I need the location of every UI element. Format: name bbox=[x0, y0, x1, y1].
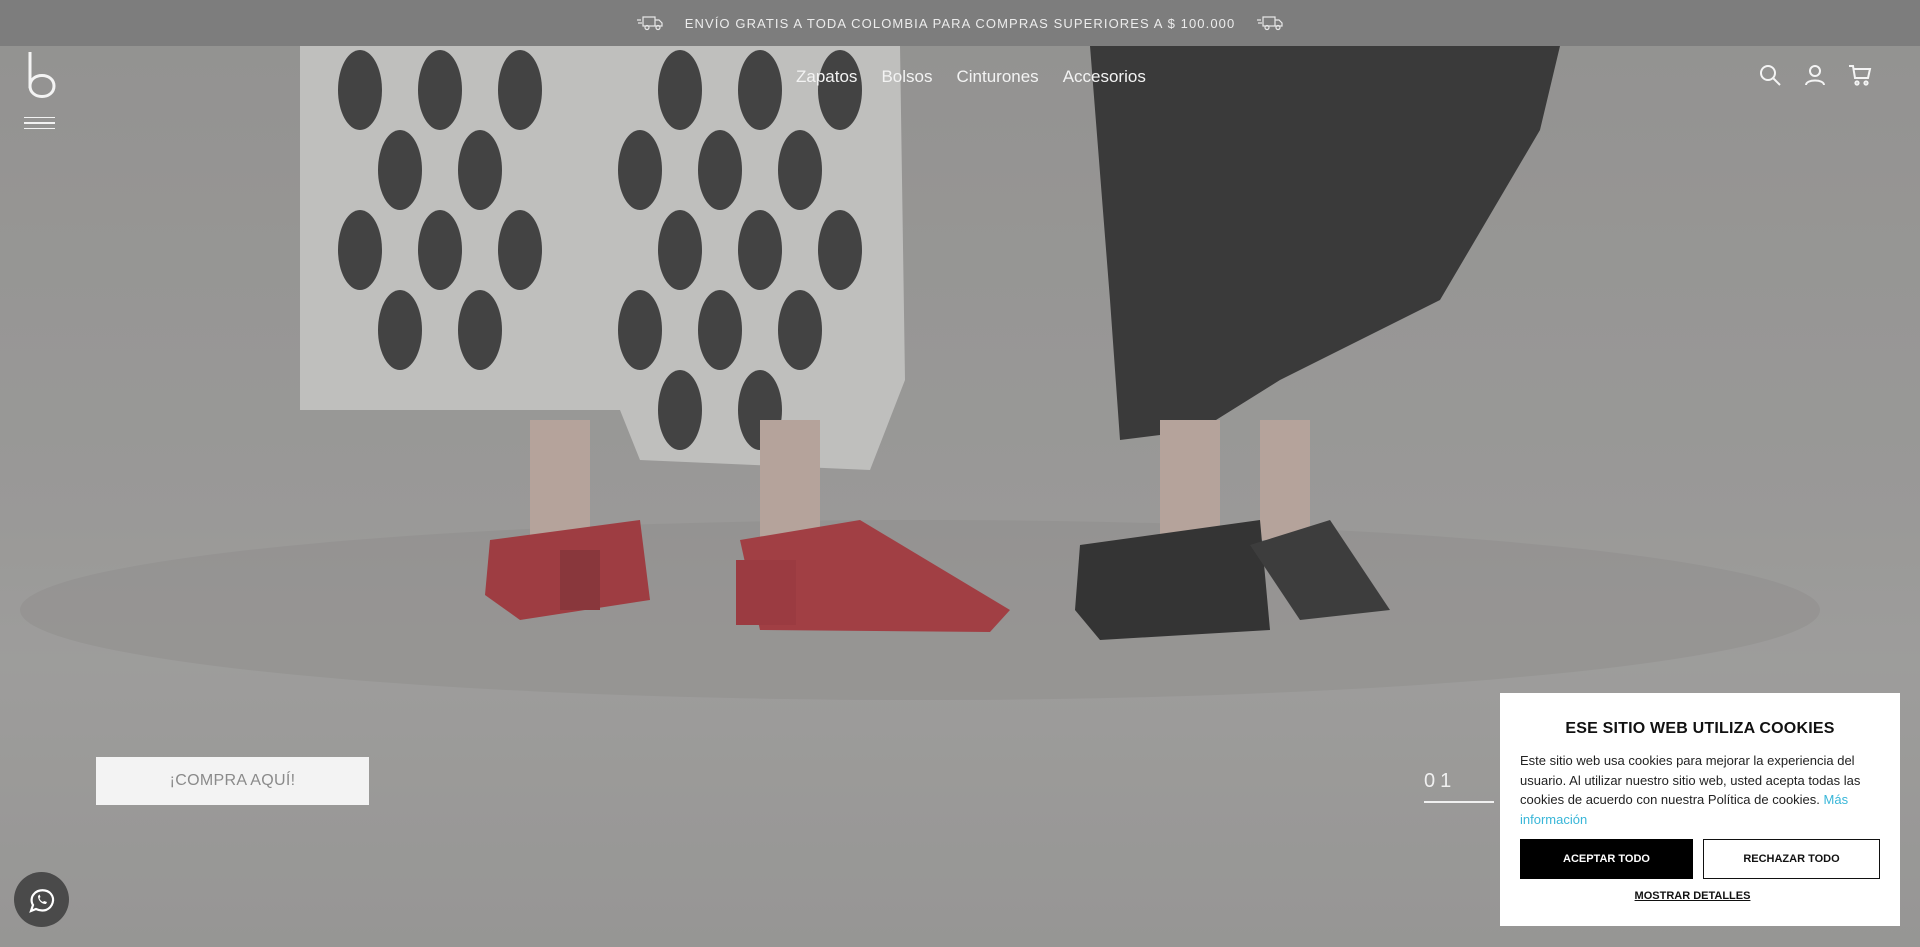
truck-icon bbox=[1257, 15, 1283, 31]
nav-zapatos[interactable]: Zapatos bbox=[796, 67, 857, 87]
announcement-text: ENVÍO GRATIS A TODA COLOMBIA PARA COMPRA… bbox=[684, 15, 1236, 31]
nav-bolsos[interactable]: Bolsos bbox=[881, 67, 932, 87]
slide-indicator-active[interactable]: 01 bbox=[1424, 770, 1494, 803]
header-actions bbox=[1758, 63, 1872, 87]
announcement-bar: ENVÍO GRATIS A TODA COLOMBIA PARA COMPRA… bbox=[0, 0, 1920, 46]
cookie-title: ESE SITIO WEB UTILIZA COOKIES bbox=[1565, 720, 1835, 737]
user-icon[interactable] bbox=[1803, 63, 1827, 87]
shop-now-button[interactable]: ¡COMPRA AQUÍ! bbox=[96, 757, 369, 805]
truck-icon bbox=[636, 15, 663, 31]
show-details-link[interactable]: MOSTRAR DETALLES bbox=[1500, 890, 1885, 902]
cookie-body: Este sitio web usa cookies para mejorar … bbox=[1520, 753, 1861, 807]
whatsapp-button[interactable] bbox=[14, 872, 69, 927]
main-nav: Zapatos Bolsos Cinturones Accesorios bbox=[796, 67, 1146, 87]
brand-logo[interactable] bbox=[24, 50, 56, 102]
menu-icon[interactable] bbox=[24, 117, 55, 131]
nav-cinturones[interactable]: Cinturones bbox=[956, 67, 1038, 87]
nav-accesorios[interactable]: Accesorios bbox=[1063, 67, 1146, 87]
accept-all-button[interactable]: ACEPTAR TODO bbox=[1520, 839, 1693, 879]
cart-icon[interactable] bbox=[1848, 63, 1872, 87]
cookie-text: Este sitio web usa cookies para mejorar … bbox=[1520, 751, 1880, 829]
whatsapp-icon bbox=[28, 888, 54, 913]
cookie-banner: ESE SITIO WEB UTILIZA COOKIES Este sitio… bbox=[1500, 693, 1900, 926]
search-icon[interactable] bbox=[1758, 63, 1782, 87]
reject-all-button[interactable]: RECHAZAR TODO bbox=[1703, 839, 1880, 879]
